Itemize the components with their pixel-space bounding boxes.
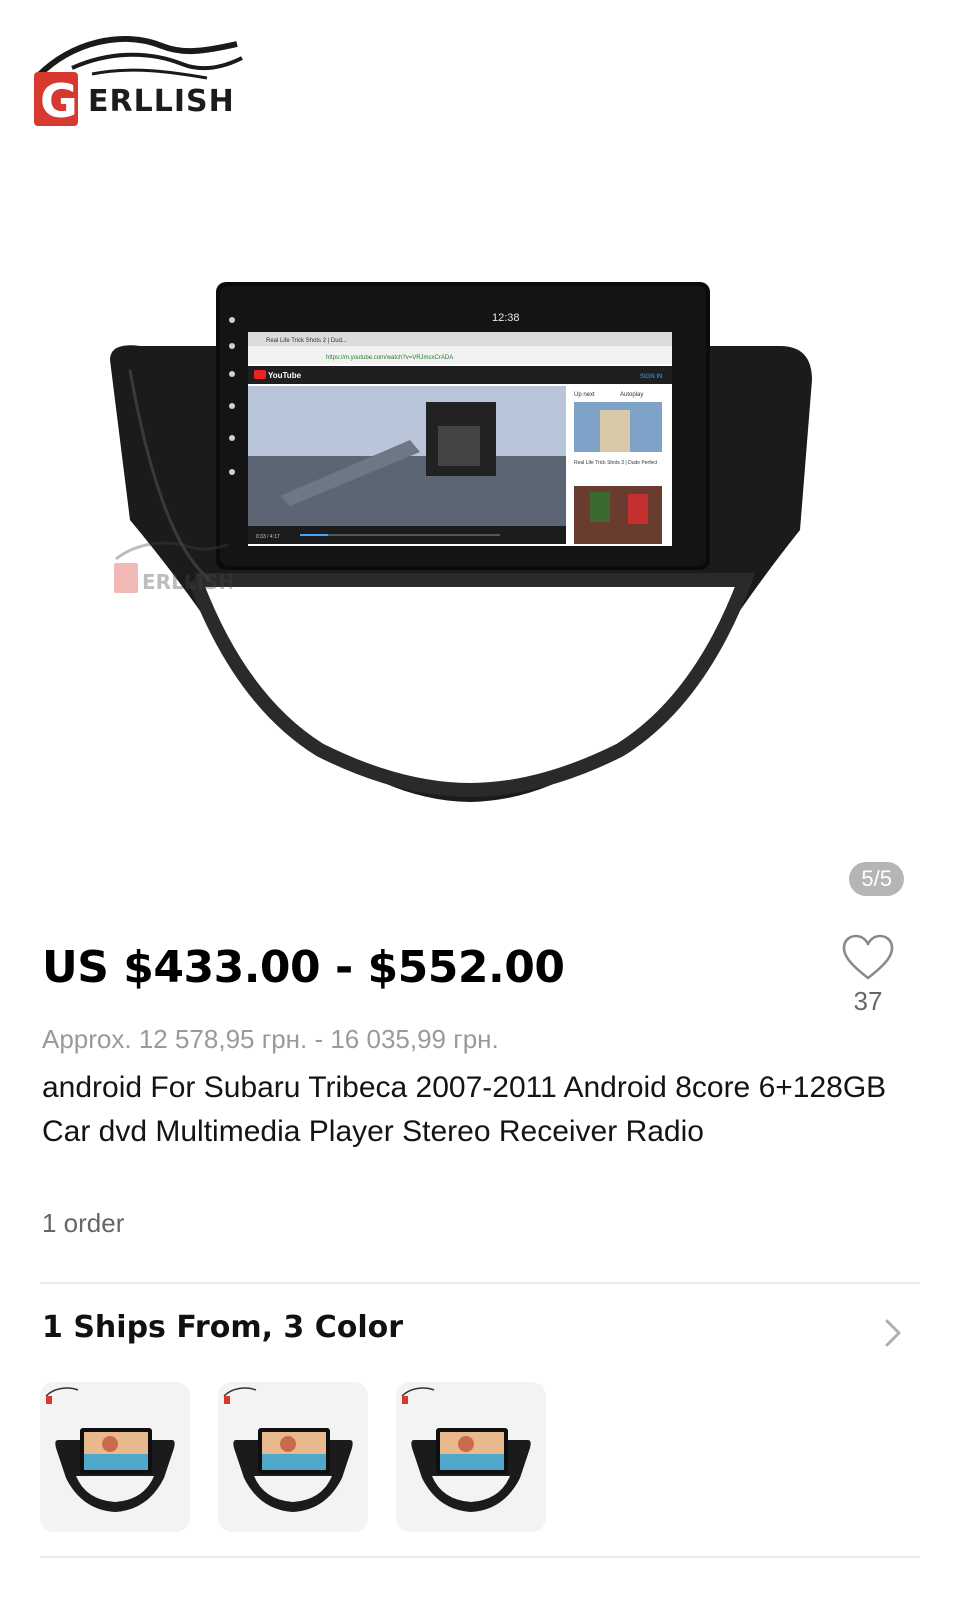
screen-autoplay: Autoplay [620, 392, 643, 398]
watermark-logo: ERLLISH [114, 541, 232, 594]
variant-thumbnail-image [45, 1387, 175, 1512]
screen-tab-title: Real Life Trick Shots 2 | Dud... [266, 338, 347, 344]
wishlist-count: 37 [853, 986, 883, 1016]
orders-count: 1 order [42, 1208, 125, 1238]
variant-thumbnail[interactable] [40, 1382, 190, 1532]
brand-logo-text: ERLLISH [88, 84, 235, 119]
variant-thumbnail-image [223, 1387, 353, 1512]
divider [40, 1282, 920, 1284]
screen-sign-in: SIGN IN [640, 374, 662, 380]
heart-outline-icon [842, 934, 894, 980]
screen-video-title: Real Life Trick Shots 3 | Dude Perfect [574, 460, 658, 466]
wishlist-button[interactable]: 37 [838, 934, 898, 1017]
screen-time-progress: 0:33 / 4:17 [256, 534, 280, 540]
screen-up-next: Up next [574, 392, 595, 398]
variant-thumbnails [40, 1382, 546, 1532]
watermark-text: ERLLISH [142, 570, 232, 594]
product-gallery[interactable]: G ERLLISH 12:38 Real Life Trick Shots 2 … [0, 0, 960, 930]
product-title: android For Subaru Tribeca 2007-2011 And… [42, 1071, 887, 1148]
screen-clock: 12:38 [492, 312, 520, 324]
variants-label: 1 Ships From, 3 Color [42, 1310, 404, 1345]
image-counter-badge: 5/5 [849, 862, 904, 896]
screen-url: https://m.youtube.com/watch?v=VRJmcxCrAD… [326, 355, 453, 361]
brand-logo-letter: G [40, 74, 78, 128]
chevron-right-icon [885, 1319, 901, 1347]
approx-price: Approx. 12 578,95 грн. - 16 035,99 грн. [42, 1024, 499, 1054]
divider [40, 1556, 920, 1558]
variant-thumbnail-image [401, 1387, 531, 1512]
variant-thumbnail[interactable] [396, 1382, 546, 1532]
variant-thumbnail[interactable] [218, 1382, 368, 1532]
variants-selector[interactable]: 1 Ships From, 3 Color [42, 1310, 920, 1356]
product-page: G ERLLISH 12:38 Real Life Trick Shots 2 … [0, 0, 960, 1600]
price-range: US $433.00 - $552.00 [42, 942, 565, 993]
screen-site: YouTube [268, 371, 302, 380]
